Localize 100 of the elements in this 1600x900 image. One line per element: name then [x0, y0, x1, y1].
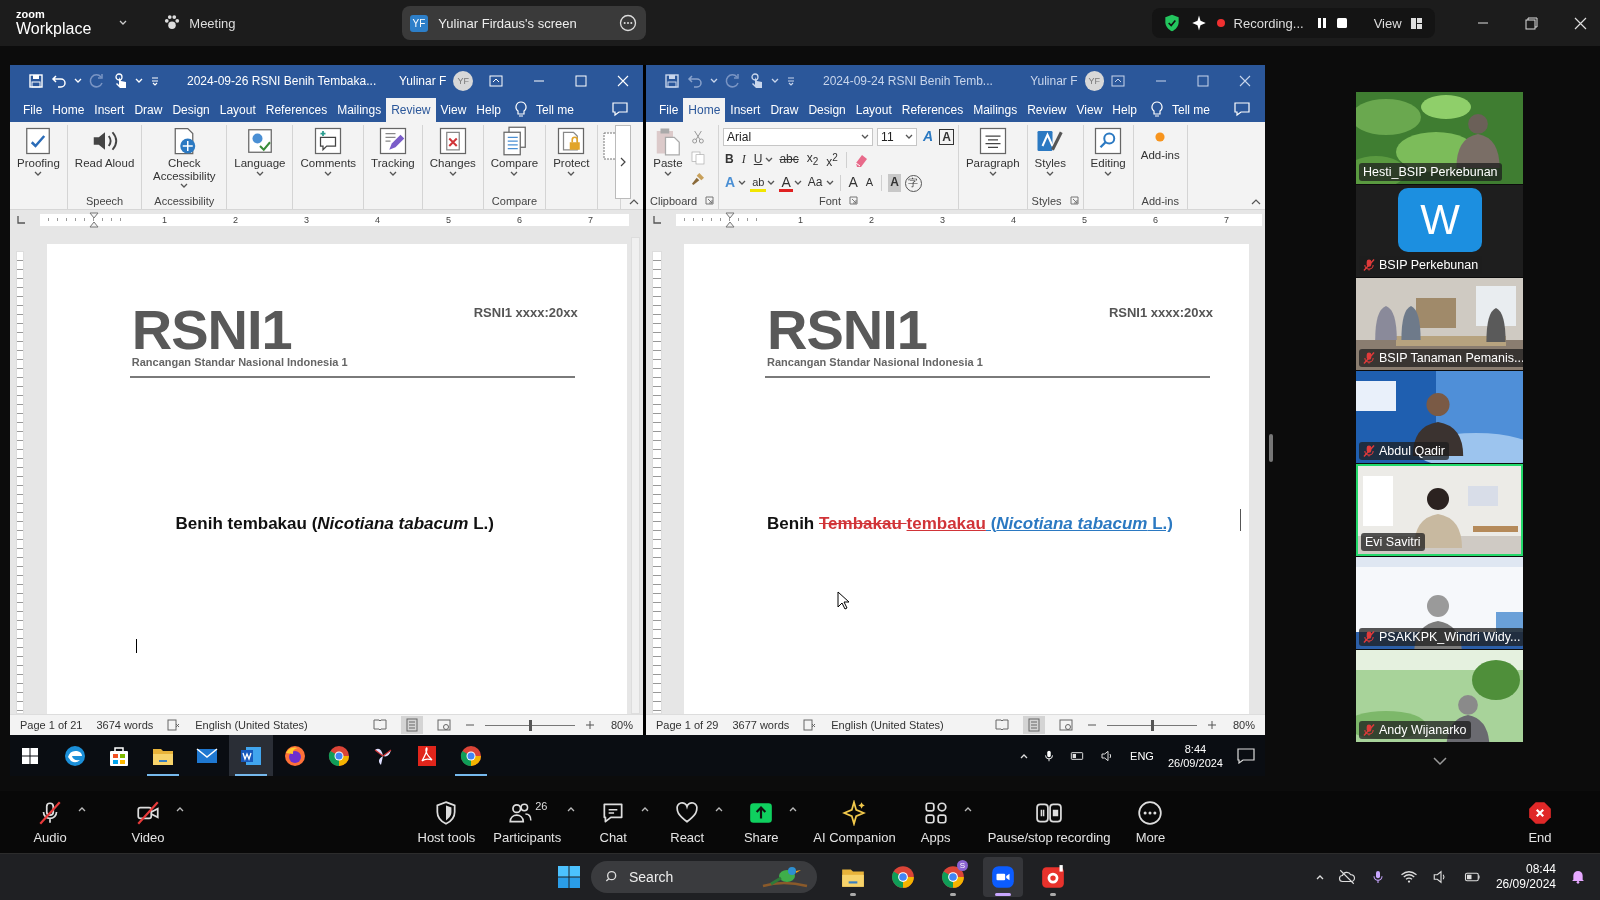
ribbon-display-icon[interactable] [1111, 74, 1125, 87]
dialog-launcher-icon[interactable] [1069, 196, 1079, 205]
ribbon-tab[interactable]: Layout [850, 98, 897, 122]
indent-marker-icon[interactable] [89, 211, 99, 228]
page-count[interactable]: Page 1 of 29 [656, 719, 719, 731]
format-button[interactable]: A [863, 174, 876, 192]
video-tile[interactable]: Abdul Qadir [1356, 371, 1523, 463]
view-menu[interactable]: View [1373, 15, 1402, 31]
caret-icon[interactable] [793, 180, 802, 186]
zoom-level[interactable]: 80% [1232, 719, 1255, 731]
ribbon-tab[interactable]: File [18, 98, 48, 122]
taskbar-app[interactable]: S [933, 857, 973, 897]
video-tile[interactable]: Andy Wijanarko [1356, 650, 1523, 742]
ribbon-button[interactable]: Language [231, 125, 289, 178]
caret-icon[interactable] [388, 170, 397, 177]
toolbar-button[interactable]: End [1510, 795, 1570, 849]
format-button[interactable]: A [779, 174, 793, 192]
touch-icon[interactable] [112, 72, 128, 89]
caret-icon[interactable] [765, 157, 774, 163]
clock[interactable]: 8:44 26/09/2024 [1167, 741, 1223, 770]
toolbar-button[interactable]: React [657, 795, 718, 849]
format-button[interactable]: abc [777, 151, 801, 169]
brush-icon[interactable] [690, 171, 706, 187]
video-tile[interactable]: Evi Savitri [1356, 464, 1523, 556]
toolbar-button[interactable]: Share [731, 795, 792, 849]
caret-icon[interactable] [78, 805, 86, 812]
caret-icon[interactable] [905, 134, 914, 140]
format-button[interactable]: A [888, 174, 901, 192]
tell-me-search[interactable]: Tell me [536, 103, 575, 117]
caret-icon[interactable] [664, 170, 672, 177]
caret-icon[interactable] [988, 170, 997, 177]
ribbon-button[interactable]: Protect [550, 125, 593, 178]
touch-icon[interactable] [748, 72, 764, 89]
share-banner[interactable]: YF Yulinar Firdaus's screen [401, 6, 646, 40]
ribbon-button[interactable]: Comments [297, 125, 360, 178]
notification-icon[interactable] [1237, 747, 1255, 764]
ribbon-tab[interactable]: Layout [214, 98, 261, 122]
proofing-icon[interactable] [167, 718, 182, 732]
toolbar-button[interactable]: More [1120, 795, 1181, 849]
zoom-in-icon[interactable] [1206, 720, 1217, 730]
more-icon[interactable] [617, 13, 638, 33]
video-tile[interactable]: BSIP Tanaman Pemanis... [1356, 278, 1523, 370]
comment-icon[interactable] [611, 101, 629, 117]
dialog-launcher-icon[interactable] [705, 196, 715, 205]
ribbon-button[interactable]: Tracking [368, 125, 418, 178]
ribbon-tab[interactable]: Insert [89, 98, 130, 122]
ribbon-button[interactable]: Paragraph [962, 125, 1023, 178]
collapse-ribbon-icon[interactable] [629, 198, 639, 205]
ribbon-button[interactable]: Check Accessibility [146, 125, 223, 191]
ribbon-button[interactable]: Add-ins [1137, 125, 1183, 163]
slider-thumb[interactable] [1150, 719, 1154, 731]
close-icon[interactable] [1573, 16, 1587, 30]
ribbon-tab[interactable]: Home [47, 98, 90, 122]
ribbon-tab[interactable]: Mailings [968, 98, 1023, 122]
ribbon-tab[interactable]: View [1071, 98, 1108, 122]
toolbar-button[interactable]: Video [118, 795, 178, 849]
ribbon-tab[interactable]: Draw [129, 98, 168, 122]
format-button[interactable]: A [939, 129, 954, 145]
caret-icon[interactable] [1046, 170, 1055, 177]
ribbon-tab[interactable]: References [896, 98, 969, 122]
indent-marker-icon[interactable] [725, 211, 735, 228]
caret-icon[interactable] [641, 805, 650, 812]
toolbar-button[interactable]: 26 Participants [485, 795, 570, 849]
ribbon-tab[interactable]: Help [471, 98, 506, 122]
ribbon-tab[interactable]: Home [683, 98, 726, 122]
input-language[interactable]: ENG [1130, 749, 1154, 762]
ribbon-tab[interactable]: Review [386, 98, 436, 122]
page-count[interactable]: Page 1 of 21 [20, 719, 83, 731]
start-icon[interactable] [21, 746, 39, 765]
pause-icon[interactable] [1315, 17, 1328, 29]
ribbon-button[interactable]: Compare [487, 125, 542, 178]
caret-icon[interactable] [567, 170, 576, 177]
scroll-down-icon[interactable] [1432, 757, 1447, 766]
format-button[interactable]: x$^{2}$ [824, 151, 840, 169]
bell-icon[interactable] [1570, 868, 1586, 886]
caret-icon[interactable] [176, 805, 184, 812]
tab-stop-icon[interactable] [652, 214, 662, 225]
caret-icon[interactable] [34, 170, 43, 177]
toolbar-button[interactable]: Pause/stop recording [979, 795, 1119, 849]
ribbon-tab[interactable]: Insert [725, 98, 766, 122]
caret-icon[interactable] [510, 170, 519, 177]
save-icon[interactable] [664, 72, 680, 89]
tell-me-search[interactable]: Tell me [1172, 103, 1211, 117]
search-field[interactable]: Search [591, 861, 817, 893]
tab-stop-icon[interactable] [16, 214, 26, 225]
caret-icon[interactable] [448, 170, 457, 177]
ribbon-tab[interactable]: Design [803, 98, 851, 122]
format-button[interactable]: U [751, 151, 765, 169]
user-name[interactable]: Yulinar F [399, 73, 447, 88]
proofing-icon[interactable] [803, 718, 818, 732]
slider-thumb[interactable] [528, 719, 532, 731]
toolbar-button[interactable]: Chat [583, 795, 644, 849]
clock[interactable]: 08:44 26/09/2024 [1495, 862, 1556, 892]
format-button[interactable]: A [921, 128, 936, 146]
taskbar-app[interactable] [229, 735, 273, 776]
caret-icon[interactable] [180, 183, 189, 190]
ribbon-tab[interactable]: Review [1022, 98, 1072, 122]
caret-icon[interactable] [1104, 170, 1113, 177]
maximize-icon[interactable] [1197, 74, 1209, 87]
ribbon-tab[interactable]: Help [1107, 98, 1142, 122]
